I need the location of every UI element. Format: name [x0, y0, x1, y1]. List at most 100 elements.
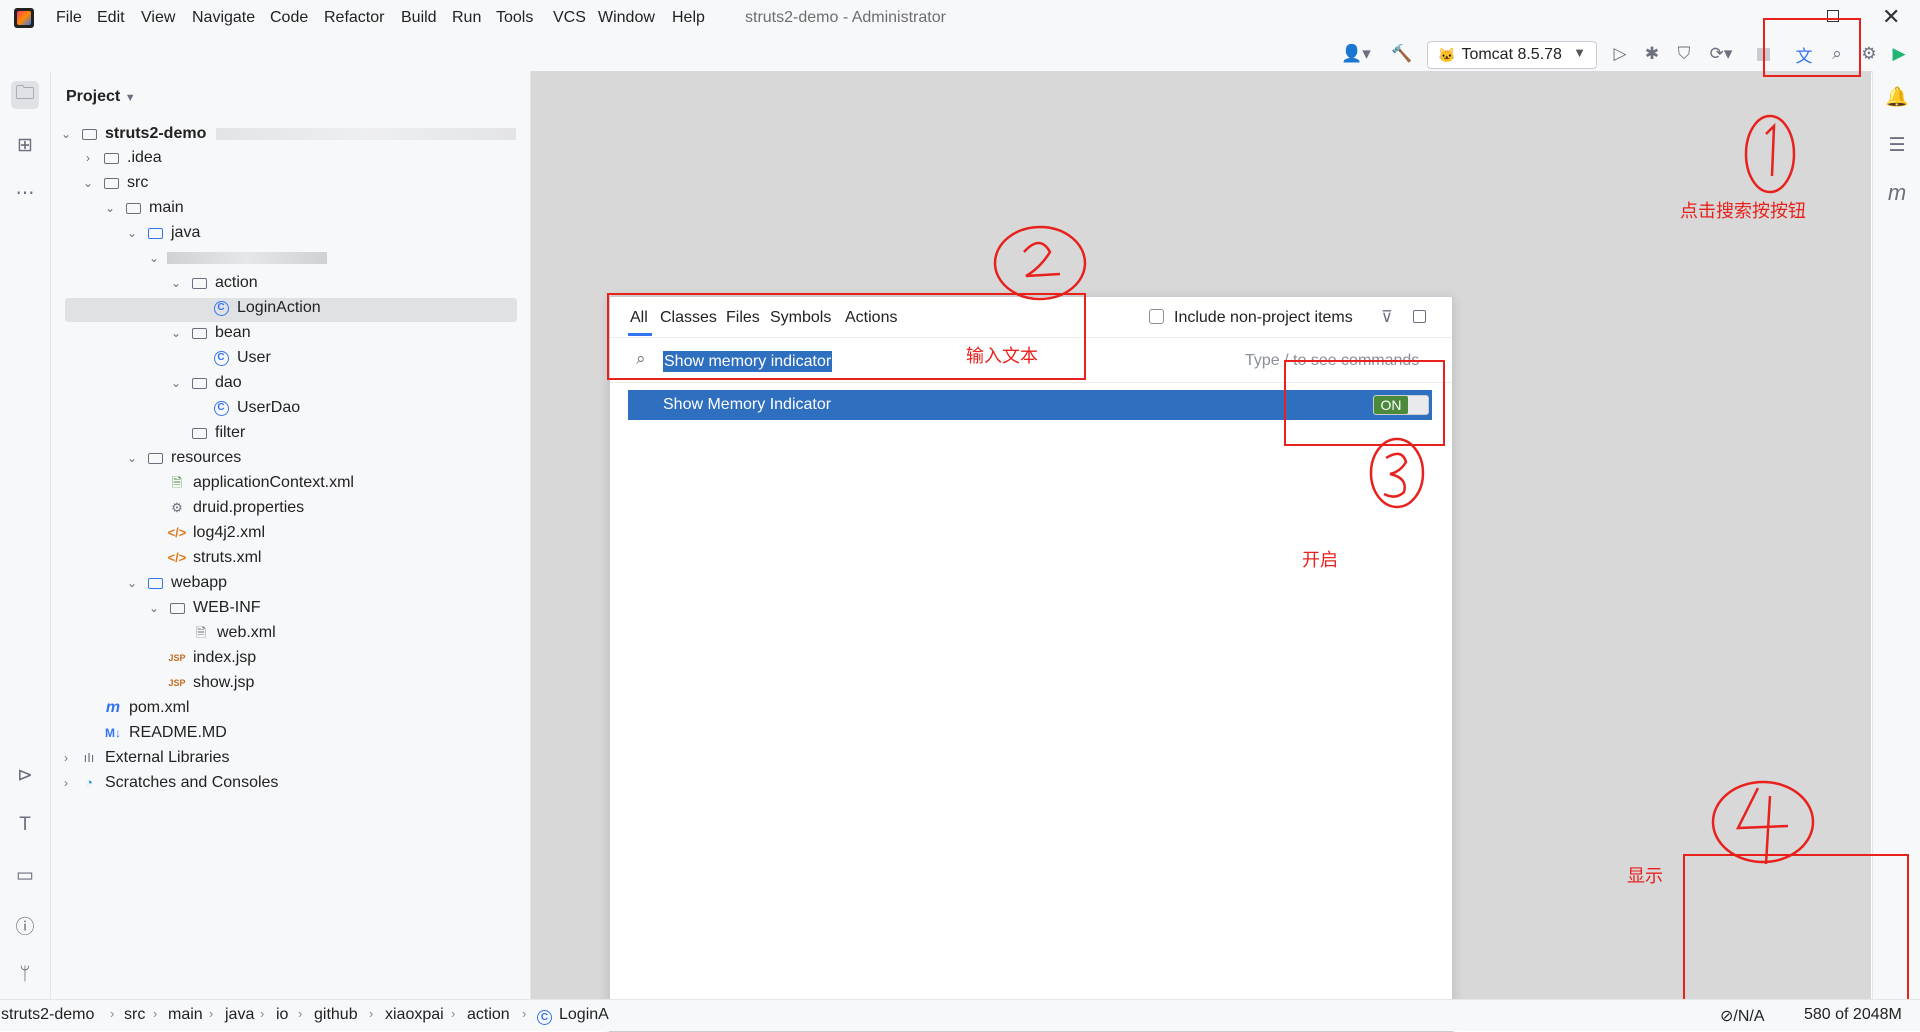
annotation-step2-text: 输入文本 — [966, 346, 1038, 366]
breadcrumb-item[interactable]: main — [168, 1006, 203, 1024]
git-branch-icon[interactable]: ᛘ — [11, 961, 39, 989]
tree-item[interactable]: ⌄ action — [169, 271, 258, 295]
services-icon[interactable]: ⊳ — [11, 761, 39, 789]
breadcrumb-item[interactable]: java — [225, 1006, 254, 1024]
run-configuration-select[interactable]: 🐱 Tomcat 8.5.78 ▼ — [1427, 41, 1597, 69]
xml-icon: </> — [167, 550, 187, 565]
menu-edit[interactable]: Edit — [97, 9, 125, 27]
chevron-down-icon[interactable]: ⌄ — [125, 221, 139, 245]
chevron-down-icon[interactable]: ⌄ — [169, 271, 183, 295]
settings-gear-icon[interactable]: ⚙ — [1858, 43, 1880, 65]
tree-item[interactable]: › ◔ Scratches and Consoles — [59, 771, 278, 795]
menu-file[interactable]: File — [56, 9, 82, 27]
code-with-me-icon[interactable]: ▶ — [1888, 43, 1910, 65]
annotation-step1-text: 点击搜索按按钮 — [1680, 201, 1806, 221]
tree-item[interactable]: 🗎 web.xml — [191, 621, 276, 645]
tree-item[interactable]: 🗎 applicationContext.xml — [167, 471, 354, 495]
tree-item[interactable]: ⌄ dao — [169, 371, 242, 395]
structure-icon[interactable]: ⊞ — [11, 131, 39, 159]
close-window-icon[interactable]: ✕ — [1882, 4, 1900, 30]
run-config-label: Tomcat 8.5.78 — [1461, 46, 1562, 63]
breadcrumb-item[interactable]: xiaoxpai — [385, 1006, 444, 1024]
chevron-down-icon[interactable]: ⌄ — [125, 571, 139, 595]
build-icon[interactable]: T — [11, 811, 39, 839]
project-folder-icon[interactable]: 🗀 — [11, 81, 39, 109]
breadcrumb-item[interactable]: github — [314, 1006, 358, 1024]
package-icon — [189, 275, 209, 291]
add-user-icon[interactable]: 👤▾ — [1341, 43, 1371, 65]
chevron-down-icon: ▼ — [124, 92, 136, 104]
profile-icon[interactable]: ⟳▾ — [1703, 43, 1739, 65]
more-tools-icon[interactable]: ⋯ — [11, 179, 39, 207]
menu-window[interactable]: Window — [598, 9, 655, 27]
breadcrumb-item[interactable]: LoginA — [559, 1006, 609, 1024]
menu-code[interactable]: Code — [270, 9, 308, 27]
tree-item[interactable]: ⌄ src — [81, 171, 148, 195]
tree-item[interactable]: C UserDao — [211, 396, 300, 420]
filter-icon[interactable]: ⊽ — [1381, 307, 1393, 327]
database-icon[interactable]: ☰ — [1883, 131, 1911, 159]
include-non-project-label[interactable]: Include non-project items — [1174, 309, 1353, 327]
chevron-down-icon[interactable]: ⌄ — [125, 446, 139, 470]
chevron-down-icon[interactable]: ⌄ — [103, 196, 117, 220]
tree-item[interactable]: </> log4j2.xml — [167, 521, 265, 545]
chevron-down-icon[interactable]: ⌄ — [169, 371, 183, 395]
xml-icon: </> — [167, 525, 187, 540]
problems-icon[interactable]: ⓘ — [11, 911, 39, 939]
menu-build[interactable]: Build — [401, 9, 437, 27]
menu-view[interactable]: View — [141, 9, 175, 27]
folder-icon — [101, 175, 121, 191]
terminal-icon[interactable]: ▭ — [11, 861, 39, 889]
chevron-down-icon[interactable]: ⌄ — [169, 321, 183, 345]
tree-item[interactable]: JSP index.jsp — [167, 646, 256, 670]
menu-navigate[interactable]: Navigate — [192, 9, 255, 27]
breadcrumb-item[interactable]: action — [467, 1006, 510, 1024]
tree-item-blurred-package[interactable]: ⌄ — [147, 246, 327, 270]
menu-run[interactable]: Run — [452, 9, 481, 27]
run-icon[interactable]: ▷ — [1609, 43, 1631, 65]
tree-root[interactable]: ⌄ struts2-demo — [59, 122, 517, 146]
tree-item[interactable]: ⌄ java — [125, 221, 200, 245]
chevron-right-icon[interactable]: › — [59, 771, 73, 795]
menu-vcs[interactable]: VCS — [553, 9, 586, 27]
breadcrumb-item[interactable]: io — [276, 1006, 288, 1024]
breadcrumb-item[interactable]: src — [124, 1006, 145, 1024]
tree-item[interactable]: ⌄ resources — [125, 446, 241, 470]
notifications-bell-icon[interactable]: 🔔 — [1883, 83, 1911, 111]
tree-item[interactable]: ⚙ druid.properties — [167, 496, 304, 520]
tree-item[interactable]: › ıIı External Libraries — [59, 746, 230, 770]
menu-help[interactable]: Help — [672, 9, 705, 27]
coverage-icon[interactable]: ⛉ — [1673, 43, 1695, 65]
chevron-down-icon[interactable]: ⌄ — [59, 122, 73, 146]
chevron-down-icon[interactable]: ⌄ — [81, 171, 95, 195]
chevron-right-icon[interactable]: › — [81, 146, 95, 170]
chevron-right-icon[interactable]: › — [59, 746, 73, 770]
tree-item[interactable]: ⌄ bean — [169, 321, 251, 345]
tree-item[interactable]: ⌄ WEB-INF — [147, 596, 261, 620]
tree-item[interactable]: ⌄ webapp — [125, 571, 227, 595]
memory-indicator[interactable]: 580 of 2048M — [1804, 1006, 1902, 1024]
chevron-down-icon[interactable]: ⌄ — [147, 246, 161, 270]
class-icon: C — [537, 1007, 552, 1025]
project-panel-title[interactable]: Project ▼ — [66, 88, 136, 106]
tree-item[interactable]: </> struts.xml — [167, 546, 262, 570]
pin-window-icon[interactable] — [1413, 310, 1426, 323]
tree-item-selected[interactable]: C LoginAction — [211, 296, 321, 320]
maven-icon[interactable]: m — [1883, 179, 1911, 207]
menu-refactor[interactable]: Refactor — [324, 9, 384, 27]
tree-item[interactable]: › .idea — [81, 146, 162, 170]
tree-item[interactable]: filter — [189, 421, 245, 445]
chevron-right-icon: › — [522, 1006, 527, 1021]
build-hammer-icon[interactable]: 🔨 — [1391, 43, 1413, 65]
tree-item[interactable]: JSP show.jsp — [167, 671, 254, 695]
include-non-project-checkbox[interactable] — [1149, 309, 1164, 324]
debug-icon[interactable]: ✱ — [1641, 43, 1663, 65]
main-toolbar: 👤▾ 🔨 🐱 Tomcat 8.5.78 ▼ ▷ ✱ ⛉ ⟳▾ 文 ⌕ ⚙ ▶ — [0, 37, 1920, 72]
breadcrumb-item[interactable]: struts2-demo — [1, 1006, 94, 1024]
tree-item[interactable]: m pom.xml — [103, 696, 190, 720]
tree-item[interactable]: M↓ README.MD — [103, 721, 227, 745]
menu-tools[interactable]: Tools — [496, 9, 533, 27]
tree-item[interactable]: C User — [211, 346, 271, 370]
tree-item[interactable]: ⌄ main — [103, 196, 184, 220]
chevron-down-icon[interactable]: ⌄ — [147, 596, 161, 620]
